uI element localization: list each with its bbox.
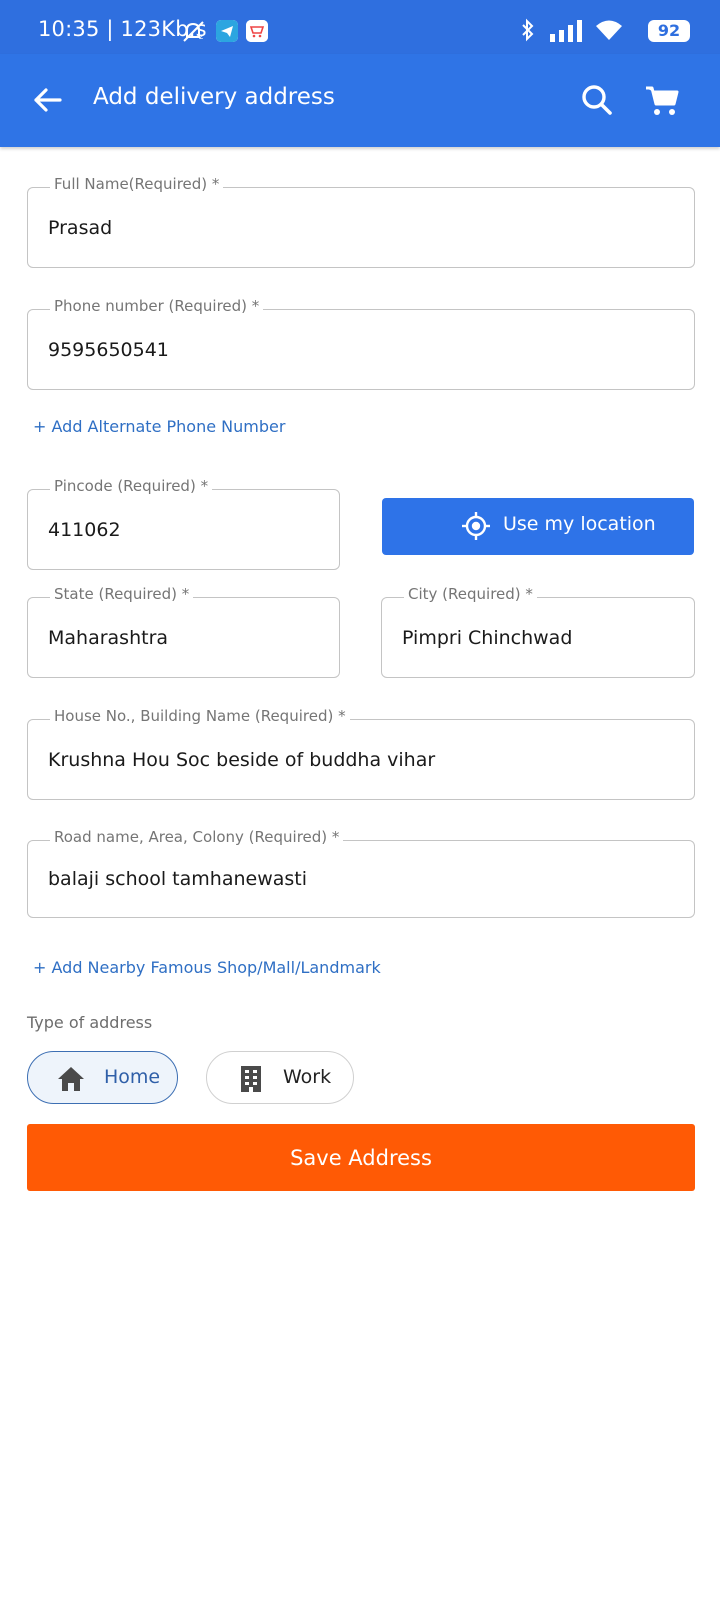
- status-bar: 10:35 | 123Kb.s z 92: [0, 0, 720, 54]
- location-target-icon: [462, 512, 490, 540]
- use-my-location-label: Use my location: [503, 513, 656, 535]
- address-type-label: Type of address: [27, 1013, 153, 1032]
- building-icon: [241, 1066, 261, 1092]
- signal-icon: [550, 20, 582, 42]
- back-button[interactable]: [26, 78, 70, 122]
- pincode-value: 411062: [48, 518, 121, 541]
- home-icon: [58, 1067, 84, 1091]
- road-area-value: balaji school tamhanewasti: [48, 868, 308, 890]
- bluetooth-icon: [522, 18, 534, 42]
- search-icon: [582, 85, 612, 115]
- wifi-icon: [596, 20, 622, 40]
- status-indicators: 92: [520, 16, 690, 42]
- shopping-app-icon: [246, 20, 268, 42]
- city-value: Pimpri Chinchwad: [402, 626, 573, 649]
- pincode-field[interactable]: Pincode (Required) * 411062: [27, 477, 340, 570]
- use-my-location-button[interactable]: Use my location: [382, 498, 694, 555]
- house-building-field[interactable]: House No., Building Name (Required) * Kr…: [27, 707, 695, 800]
- phone-number-value: 9595650541: [48, 338, 169, 361]
- city-field[interactable]: City (Required) * Pimpri Chinchwad: [381, 585, 695, 678]
- arrow-left-icon: [34, 88, 62, 112]
- house-building-value: Krushna Hou Soc beside of buddha vihar: [48, 748, 436, 771]
- address-type-home-label: Home: [104, 1066, 161, 1088]
- telegram-icon: [216, 20, 238, 42]
- full-name-value: Prasad: [48, 216, 113, 239]
- state-field[interactable]: State (Required) * Maharashtra: [27, 585, 340, 678]
- address-type-work[interactable]: Work: [206, 1051, 354, 1104]
- search-button[interactable]: [577, 80, 617, 120]
- cart-icon: [646, 86, 679, 115]
- save-address-button[interactable]: Save Address: [27, 1124, 695, 1191]
- cart-button[interactable]: [642, 80, 682, 120]
- state-value: Maharashtra: [48, 626, 169, 649]
- add-alternate-phone-link[interactable]: + Add Alternate Phone Number: [33, 417, 285, 436]
- app-bar: Add delivery address: [0, 54, 720, 147]
- phone-number-field[interactable]: Phone number (Required) * 9595650541: [27, 297, 695, 390]
- svg-text:z: z: [199, 32, 203, 41]
- add-landmark-link[interactable]: + Add Nearby Famous Shop/Mall/Landmark: [33, 958, 381, 977]
- address-type-home[interactable]: Home: [27, 1051, 178, 1104]
- address-type-work-label: Work: [283, 1066, 332, 1088]
- battery-indicator: 92: [648, 20, 690, 42]
- road-area-field[interactable]: Road name, Area, Colony (Required) * bal…: [27, 828, 695, 918]
- page-title: Add delivery address: [93, 84, 335, 110]
- full-name-field[interactable]: Full Name(Required) * Prasad: [27, 175, 695, 268]
- mute-bell-icon: z: [183, 21, 204, 42]
